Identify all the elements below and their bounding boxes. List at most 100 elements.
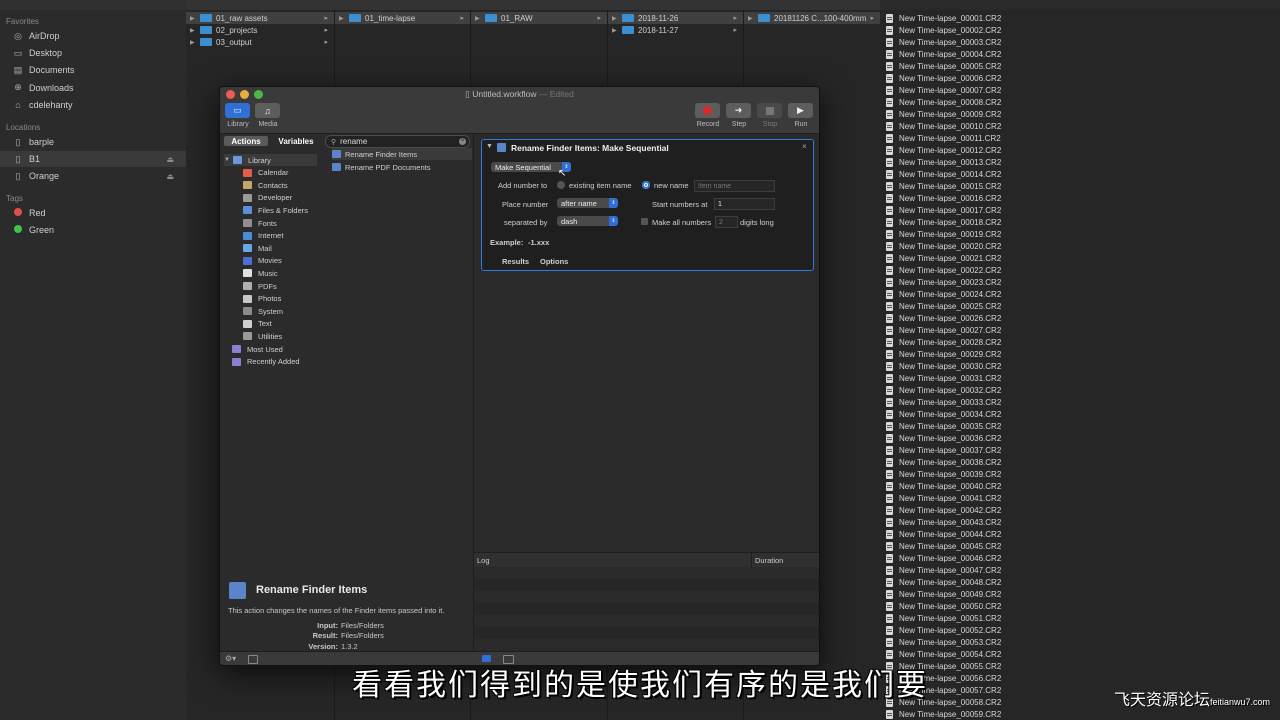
folder-row[interactable]: ▶ 2018-11-27 ▸ [608, 24, 743, 36]
file-row[interactable]: New Time-lapse_00008.CR2 [880, 96, 1001, 108]
library-item[interactable]: Calendar [243, 167, 288, 179]
sidebar-item[interactable]: ⊕ Downloads [0, 80, 186, 96]
make-all-numbers-checkbox[interactable] [641, 218, 648, 225]
sidebar-item[interactable]: Green [0, 222, 186, 238]
search-input[interactable]: ⚲ rename × [325, 135, 470, 148]
disclosure-triangle-icon[interactable]: ▶ [612, 27, 617, 34]
file-row[interactable]: New Time-lapse_00022.CR2 [880, 264, 1001, 276]
folder-row[interactable]: ▶ 01_raw assets ▸ [186, 12, 334, 24]
file-row[interactable]: New Time-lapse_00039.CR2 [880, 468, 1001, 480]
file-row[interactable]: New Time-lapse_00035.CR2 [880, 420, 1001, 432]
library-item[interactable]: Fonts [243, 217, 277, 229]
file-row[interactable]: New Time-lapse_00010.CR2 [880, 120, 1001, 132]
item-name-field[interactable]: Item name [694, 180, 775, 192]
library-item[interactable]: Utilities [243, 330, 282, 342]
file-row[interactable]: New Time-lapse_00019.CR2 [880, 228, 1001, 240]
file-row[interactable]: New Time-lapse_00002.CR2 [880, 24, 1001, 36]
sidebar-item[interactable]: ◎ AirDrop [0, 28, 186, 44]
run-button[interactable]: ▶ [788, 103, 813, 118]
sidebar-item[interactable]: ▭ Desktop [0, 45, 186, 61]
tab-variables[interactable]: Variables [272, 136, 320, 146]
disclosure-triangle-icon[interactable]: ▶ [190, 39, 195, 46]
disclosure-triangle-icon[interactable]: ▶ [339, 15, 344, 22]
file-row[interactable]: New Time-lapse_00044.CR2 [880, 528, 1001, 540]
library-item[interactable]: Contacts [243, 179, 288, 191]
file-row[interactable]: New Time-lapse_00029.CR2 [880, 348, 1001, 360]
file-row[interactable]: New Time-lapse_00049.CR2 [880, 588, 1001, 600]
library-item[interactable]: Files & Folders [243, 204, 308, 216]
file-row[interactable]: New Time-lapse_00032.CR2 [880, 384, 1001, 396]
step-button[interactable]: ➜ [726, 103, 751, 118]
file-row[interactable]: New Time-lapse_00041.CR2 [880, 492, 1001, 504]
library-item[interactable]: Developer [243, 192, 292, 204]
file-row[interactable]: New Time-lapse_00048.CR2 [880, 576, 1001, 588]
disclosure-triangle-icon[interactable]: ▶ [748, 15, 753, 22]
folder-row[interactable]: ▶ 02_projects ▸ [186, 24, 334, 36]
file-row[interactable]: New Time-lapse_00054.CR2 [880, 648, 1001, 660]
action-item[interactable]: Rename Finder Items [332, 148, 472, 160]
file-row[interactable]: New Time-lapse_00007.CR2 [880, 84, 1001, 96]
sidebar-item[interactable]: ▯ B1 ⏏ [0, 151, 186, 168]
file-row[interactable]: New Time-lapse_00028.CR2 [880, 336, 1001, 348]
file-row[interactable]: New Time-lapse_00013.CR2 [880, 156, 1001, 168]
library-item[interactable]: Photos [243, 293, 281, 305]
library-item[interactable]: Text [243, 318, 272, 330]
file-row[interactable]: New Time-lapse_00024.CR2 [880, 288, 1001, 300]
tab-actions[interactable]: Actions [224, 136, 268, 146]
file-row[interactable]: New Time-lapse_00037.CR2 [880, 444, 1001, 456]
start-numbers-field[interactable]: 1 [714, 198, 775, 210]
eject-icon[interactable]: ⏏ [166, 155, 174, 164]
file-row[interactable]: New Time-lapse_00001.CR2 [880, 12, 1001, 24]
file-row[interactable]: New Time-lapse_00027.CR2 [880, 324, 1001, 336]
clear-search-icon[interactable]: × [459, 138, 466, 145]
collapse-triangle-icon[interactable]: ▼ [486, 143, 493, 150]
file-row[interactable]: New Time-lapse_00047.CR2 [880, 564, 1001, 576]
file-row[interactable]: New Time-lapse_00018.CR2 [880, 216, 1001, 228]
file-row[interactable]: New Time-lapse_00021.CR2 [880, 252, 1001, 264]
disclosure-triangle-icon[interactable]: ▶ [612, 15, 617, 22]
folder-row[interactable]: ▶ 2018-11-26 ▸ [608, 12, 743, 24]
file-row[interactable]: New Time-lapse_00051.CR2 [880, 612, 1001, 624]
record-button[interactable] [695, 103, 720, 118]
library-item[interactable]: Mail [243, 242, 272, 254]
file-row[interactable]: New Time-lapse_00031.CR2 [880, 372, 1001, 384]
file-row[interactable]: New Time-lapse_00020.CR2 [880, 240, 1001, 252]
file-row[interactable]: New Time-lapse_00016.CR2 [880, 192, 1001, 204]
file-row[interactable]: New Time-lapse_00015.CR2 [880, 180, 1001, 192]
folder-row[interactable]: ▶ 03_output ▸ [186, 36, 334, 48]
file-row[interactable]: New Time-lapse_00023.CR2 [880, 276, 1001, 288]
sidebar-item[interactable]: ▤ Documents [0, 62, 186, 78]
file-row[interactable]: New Time-lapse_00003.CR2 [880, 36, 1001, 48]
file-row[interactable]: New Time-lapse_00030.CR2 [880, 360, 1001, 372]
eject-icon[interactable]: ⏏ [166, 172, 174, 181]
new-name-radio[interactable] [642, 181, 650, 189]
existing-name-radio[interactable] [557, 181, 565, 189]
library-toggle-button[interactable]: ▭ [225, 103, 250, 118]
file-row[interactable]: New Time-lapse_00042.CR2 [880, 504, 1001, 516]
file-row[interactable]: New Time-lapse_00052.CR2 [880, 624, 1001, 636]
folder-row[interactable]: ▶ 01_time-lapse ▸ [335, 12, 470, 24]
file-row[interactable]: New Time-lapse_00036.CR2 [880, 432, 1001, 444]
folder-row[interactable]: ▶ 01_RAW ▸ [471, 12, 607, 24]
library-item[interactable]: Music [243, 267, 278, 279]
file-row[interactable]: New Time-lapse_00045.CR2 [880, 540, 1001, 552]
file-row[interactable]: New Time-lapse_00011.CR2 [880, 132, 1001, 144]
action-item[interactable]: Rename PDF Documents [332, 161, 472, 173]
file-row[interactable]: New Time-lapse_00033.CR2 [880, 396, 1001, 408]
disclosure-triangle-icon[interactable]: ▶ [475, 15, 480, 22]
sidebar-item[interactable]: Red [0, 205, 186, 221]
file-row[interactable]: New Time-lapse_00009.CR2 [880, 108, 1001, 120]
disclosure-triangle-icon[interactable]: ▶ [190, 27, 195, 34]
file-row[interactable]: New Time-lapse_00017.CR2 [880, 204, 1001, 216]
library-item[interactable]: Most Used [232, 343, 283, 355]
file-row[interactable]: New Time-lapse_00038.CR2 [880, 456, 1001, 468]
options-tab[interactable]: Options [540, 257, 568, 266]
close-icon[interactable]: × [802, 142, 807, 151]
disclosure-triangle-icon[interactable]: ▼ [224, 157, 230, 163]
file-row[interactable]: New Time-lapse_00043.CR2 [880, 516, 1001, 528]
sidebar-item[interactable]: ⌂ cdelehanty [0, 97, 186, 113]
file-row[interactable]: New Time-lapse_00005.CR2 [880, 60, 1001, 72]
library-item[interactable]: ▼ Library [224, 154, 317, 166]
stop-button[interactable] [757, 103, 782, 118]
file-row[interactable]: New Time-lapse_00050.CR2 [880, 600, 1001, 612]
